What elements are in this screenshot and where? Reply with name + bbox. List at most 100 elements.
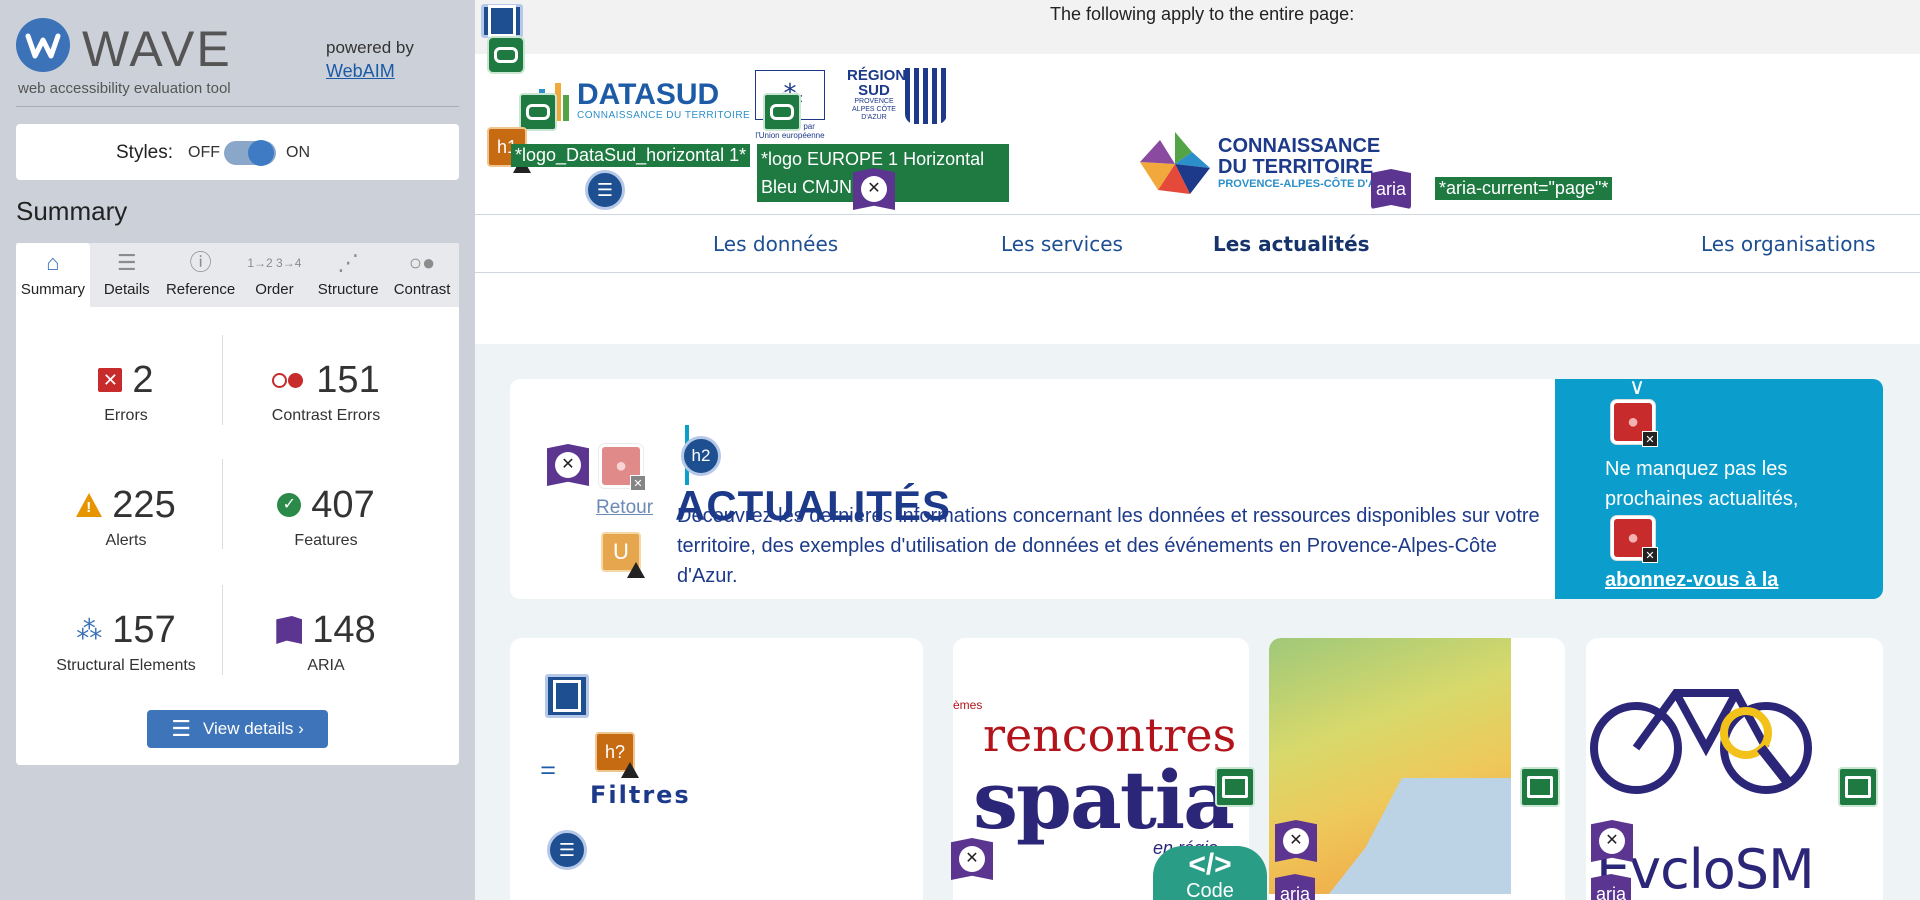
alert-badge-icon: [621, 762, 639, 778]
wave-image-alt-icon[interactable]: [1215, 767, 1255, 807]
aria-current-tag: *aria-current="page"*: [1435, 177, 1613, 200]
wave-aria-hidden-icon[interactable]: [951, 838, 993, 880]
page-notice: The following apply to the entire page:: [1050, 4, 1355, 24]
powered-by-label: powered by: [326, 38, 414, 57]
subscribe-link[interactable]: abonnez-vous à la: [1605, 569, 1778, 592]
wave-aria-hidden-icon[interactable]: [1591, 820, 1633, 862]
chevron-down-icon: ∨: [1629, 374, 1646, 399]
nav-donnees[interactable]: Les données: [713, 232, 838, 256]
page-notice-bar: The following apply to the entire page:: [475, 0, 1920, 54]
structure-icon: ⁂: [76, 614, 103, 645]
wave-list-icon[interactable]: ☰: [585, 170, 625, 210]
wave-header-landmark-icon[interactable]: [481, 4, 523, 38]
wave-aria-icon[interactable]: aria: [1591, 874, 1631, 900]
styles-label: Styles:: [116, 142, 174, 163]
wave-aria-hidden-icon[interactable]: [853, 168, 895, 210]
wave-contrast-error-icon[interactable]: ✕: [1611, 400, 1658, 447]
code-label: Code: [1186, 880, 1234, 900]
features-label: Features: [294, 532, 358, 549]
wave-subtitle: web accessibility evaluation tool: [18, 80, 231, 97]
nav-organisations[interactable]: Les organisations: [1701, 232, 1876, 256]
styles-off-label: OFF: [188, 144, 220, 161]
nav-divider: [475, 272, 1920, 273]
browser-viewport: WAVE web accessibility evaluation tool p…: [0, 0, 1920, 900]
tab-order[interactable]: 1→2 3→4 Order: [237, 243, 311, 307]
region-name: RÉGION SUD: [847, 67, 907, 99]
wave-contrast-error-icon[interactable]: ✕: [599, 444, 646, 491]
aria-label: ARIA: [307, 657, 345, 674]
structural-stat[interactable]: ⁂ 157 Structural Elements: [26, 607, 226, 675]
wave-aria-hidden-icon[interactable]: [1275, 820, 1317, 862]
tab-label: Summary: [20, 281, 85, 298]
h-unknown-label: h?: [604, 741, 626, 762]
wave-aria-icon[interactable]: aria: [1275, 874, 1315, 900]
toggle-knob: [248, 140, 274, 166]
tab-details[interactable]: ☰ Details: [90, 243, 164, 307]
alerts-label: Alerts: [105, 532, 147, 549]
errors-stat[interactable]: ✕ 2 Errors: [26, 357, 226, 425]
hero-description: Découvrez les dernières informations con…: [677, 505, 1540, 587]
code-icon: </>: [1188, 848, 1232, 881]
region-sud-logo[interactable]: RÉGION SUD PROVENCE ALPES CÔTE D'AZUR: [847, 68, 947, 124]
features-stat[interactable]: ✓ 407 Features: [226, 482, 426, 550]
tab-contrast[interactable]: ○● Contrast: [385, 243, 459, 307]
errors-label: Errors: [104, 407, 148, 424]
view-details-label: View details ›: [202, 719, 304, 738]
wave-aria-icon[interactable]: aria: [1371, 169, 1411, 209]
region-shield-icon: [905, 68, 947, 124]
page-viewport: The following apply to the entire page: …: [475, 0, 1920, 900]
nav-services[interactable]: Les services: [1001, 232, 1123, 256]
wave-aria-hidden-icon[interactable]: [547, 444, 589, 486]
wave-sidebar: WAVE web accessibility evaluation tool p…: [0, 0, 475, 900]
order-icon: 1→2 3→4: [247, 256, 302, 270]
map-sea: [1329, 778, 1511, 894]
tab-reference[interactable]: ⓘ Reference: [164, 243, 238, 307]
wave-list-icon[interactable]: ☰: [547, 830, 587, 870]
alerts-stat[interactable]: ! 225 Alerts: [26, 482, 226, 550]
structure-icon: ⋰: [337, 250, 360, 275]
alert-badge-icon: [627, 562, 645, 578]
wave-h2-icon[interactable]: h2: [681, 436, 721, 476]
wave-linked-image-icon[interactable]: [763, 93, 801, 131]
error-badge-icon: ✕: [1642, 547, 1658, 563]
tab-label: Contrast: [393, 281, 451, 298]
nav-actualites[interactable]: Les actualités: [1213, 232, 1370, 256]
feature-check-icon: ✓: [277, 493, 302, 517]
aria-label: aria: [1279, 883, 1310, 900]
wave-possible-heading-icon[interactable]: h?: [595, 732, 639, 778]
wave-linked-image-icon[interactable]: [519, 93, 557, 131]
datasud-logo[interactable]: DATASUD CONNAISSANCE DU TERRITOIRE: [531, 80, 750, 121]
connaissance-territoire-logo[interactable]: CONNAISSANCE DU TERRITOIRE PROVENCE-ALPE…: [1140, 132, 1398, 194]
styles-toggle-panel: Styles: OFF ON: [16, 124, 459, 180]
summary-panel: ✕ 2 Errors 151 Contrast Errors ! 225 Alert…: [16, 307, 459, 765]
webaim-link[interactable]: WebAIM: [326, 61, 395, 82]
filter-sliders-icon[interactable]: ⚌: [540, 758, 556, 779]
aria-label: aria: [1595, 883, 1626, 900]
retour-link[interactable]: Retour: [596, 497, 653, 519]
wave-image-alt-icon[interactable]: [1838, 767, 1878, 807]
bicycle-icon: [1590, 689, 1812, 794]
wave-underline-alert-icon[interactable]: U: [601, 532, 645, 578]
wave-region-landmark-icon[interactable]: [545, 674, 589, 718]
tab-summary[interactable]: ⌂ Summary: [16, 243, 90, 307]
sidebar-divider: [16, 106, 459, 107]
tab-structure[interactable]: ⋰ Structure: [311, 243, 385, 307]
aria-icon: [276, 616, 303, 644]
aria-stat[interactable]: 148 ARIA: [226, 607, 426, 675]
wave-language-icon[interactable]: [487, 36, 525, 74]
wave-contrast-error-icon[interactable]: ✕: [1611, 516, 1658, 563]
view-details-button[interactable]: ☰ View details ›: [147, 710, 328, 748]
code-toggle-button[interactable]: </> Code: [1153, 846, 1267, 900]
contrast-errors-count: 151: [316, 358, 380, 401]
cdt-line-1: CONNAISSANCE: [1218, 135, 1381, 157]
datasud-name: DATASUD: [577, 78, 720, 111]
contrast-errors-stat[interactable]: 151 Contrast Errors: [226, 357, 426, 425]
styles-on-label: ON: [286, 144, 310, 161]
error-badge-icon: ✕: [1642, 431, 1658, 447]
styles-toggle[interactable]: [224, 140, 276, 166]
wave-title: WAVE: [82, 21, 232, 77]
wave-image-alt-icon[interactable]: [1520, 767, 1560, 807]
alt-text-datasud: *logo_DataSud_horizontal 1*: [511, 144, 751, 167]
card1-text-spatial: spatia: [973, 753, 1235, 847]
features-count: 407: [311, 483, 375, 526]
